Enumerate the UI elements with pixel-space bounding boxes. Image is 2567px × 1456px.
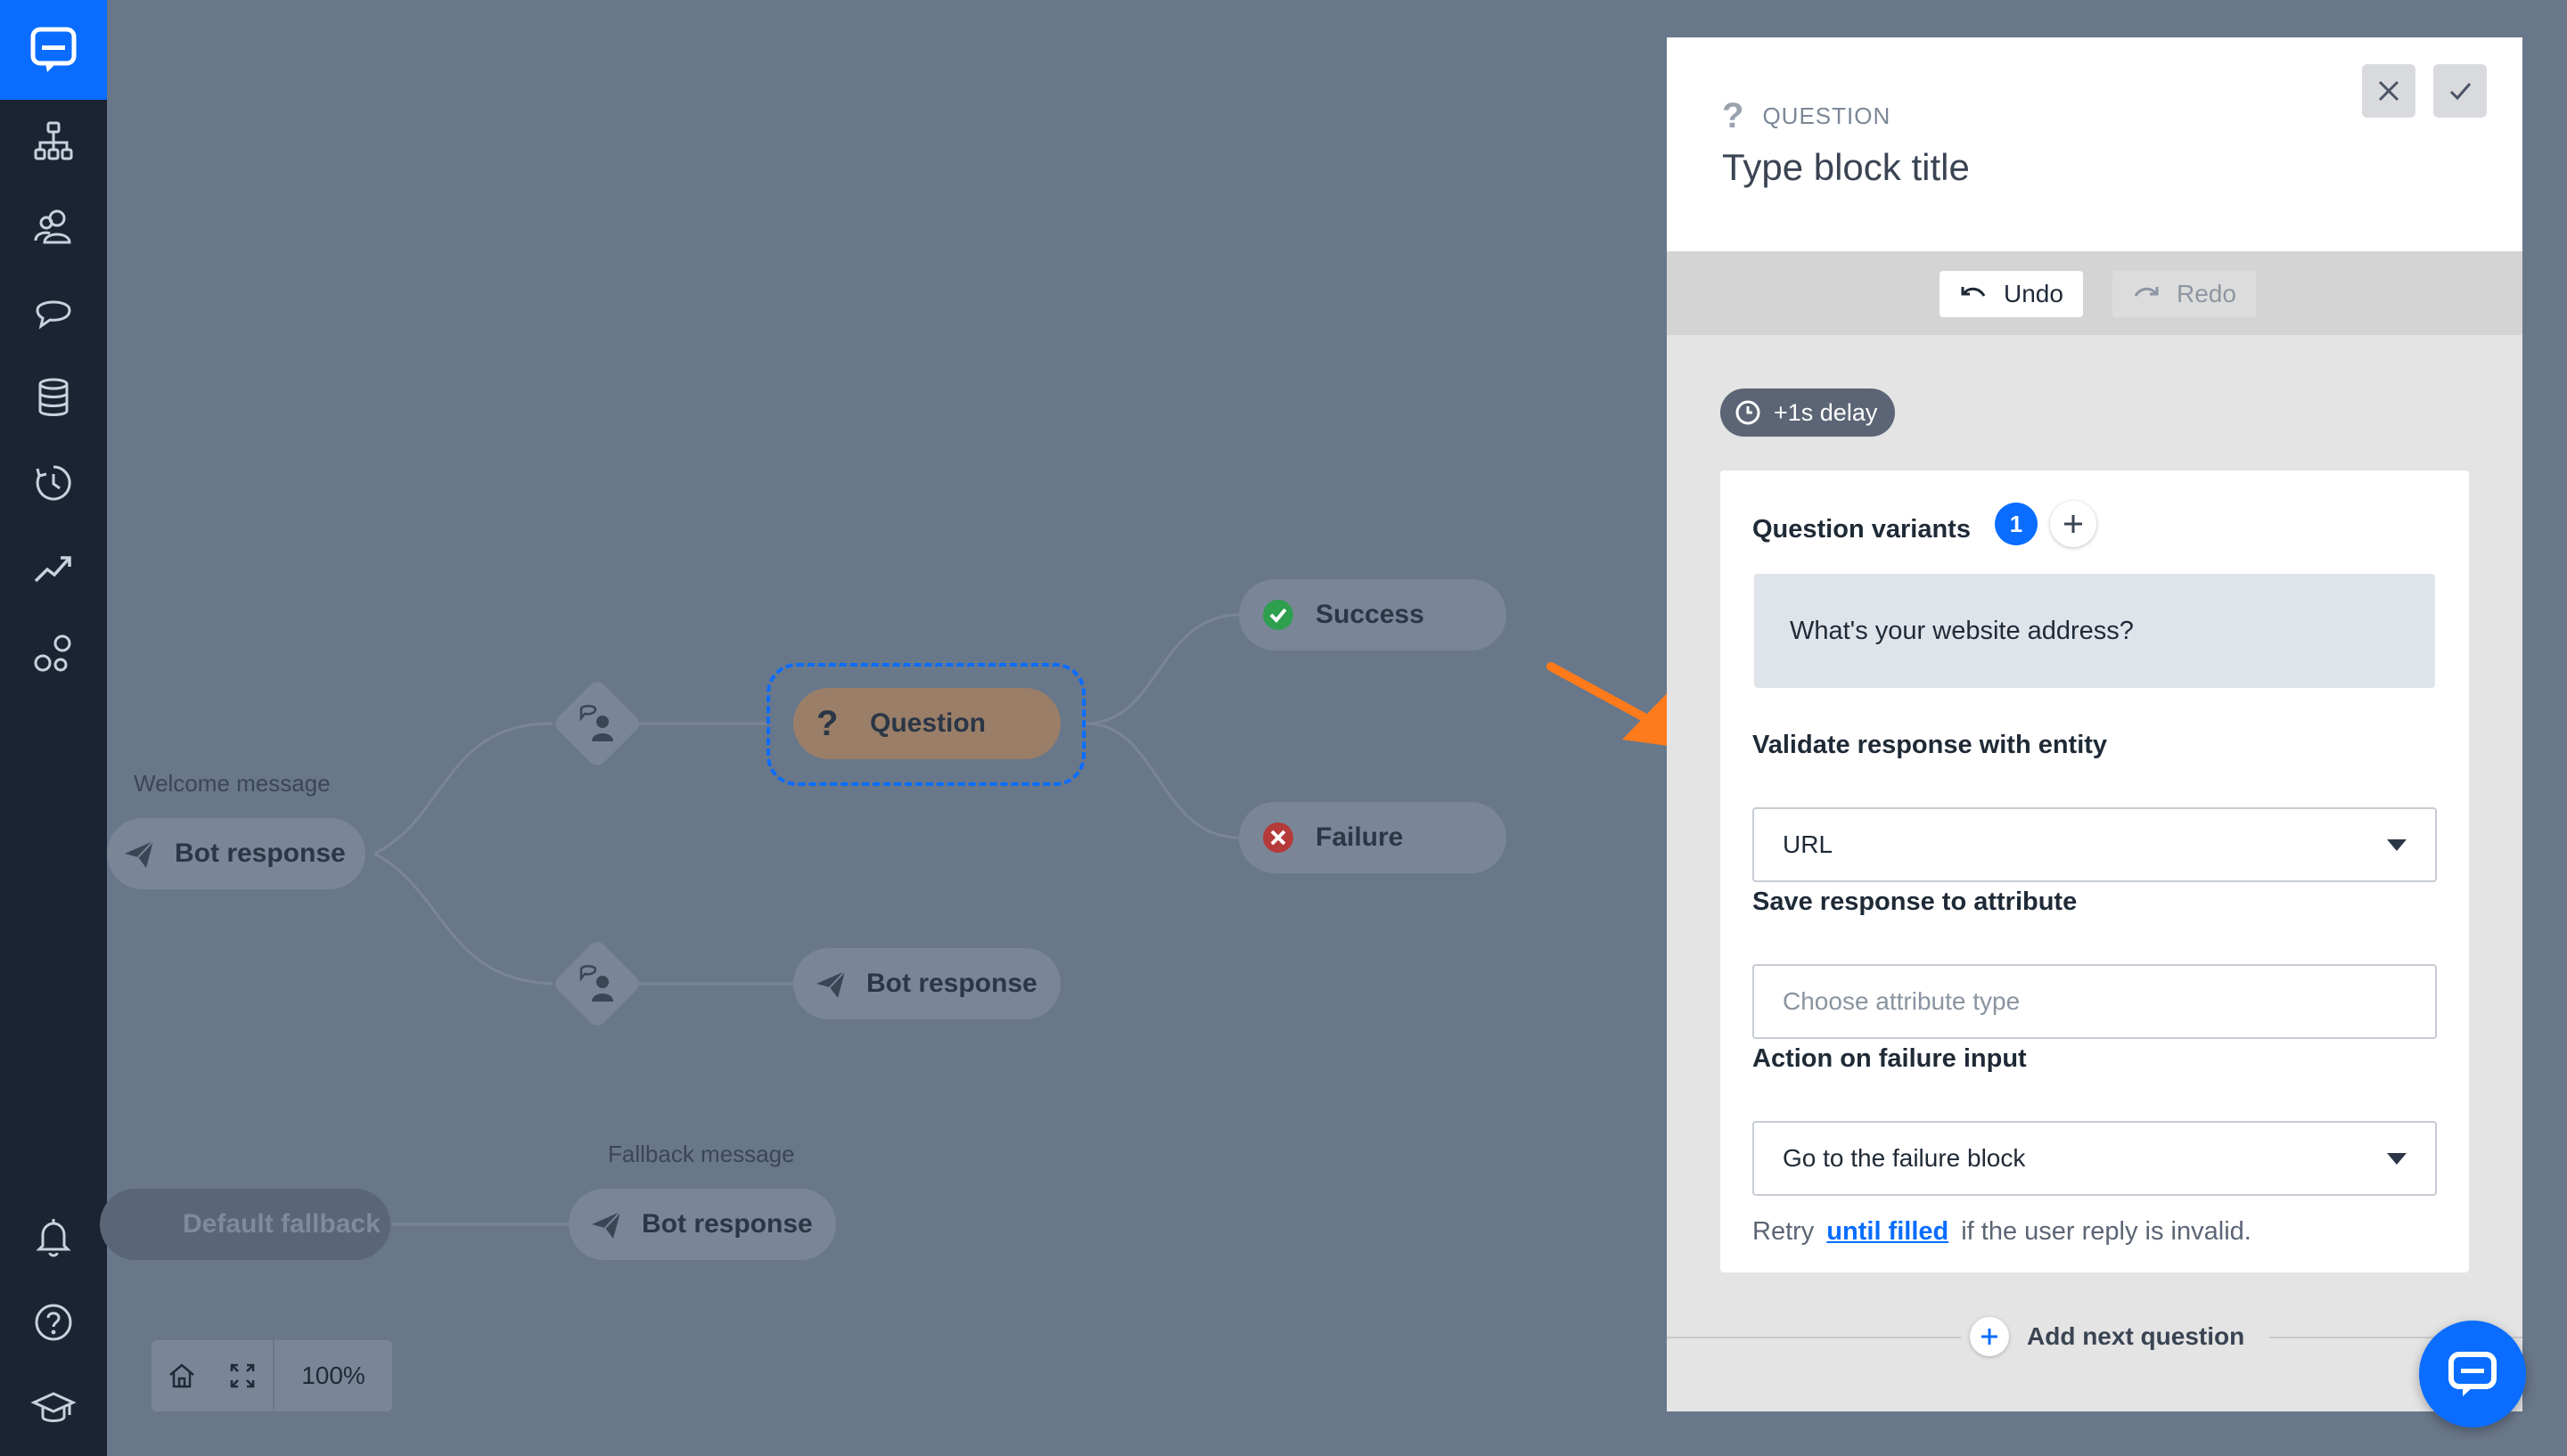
plus-icon [2064,515,2082,533]
history-icon[interactable] [0,440,107,526]
flow-canvas[interactable]: Welcome message Bot response ? Question … [100,0,1667,1456]
fallback-bot-response-node[interactable]: Bot response [569,1189,836,1260]
chat-bubble-icon[interactable] [0,269,107,355]
else-tag: ELSE [121,1215,168,1233]
failure-action-select[interactable]: Go to the failure block [1752,1121,2437,1196]
variants-count-badge: 1 [1995,503,2038,545]
help-icon[interactable] [0,1280,107,1365]
node-label-text: Bot response [642,1209,813,1239]
block-type-label: ? QUESTION [1722,96,1890,136]
question-settings-card: Question variants 1 What's your website … [1720,470,2469,1272]
logo-icon[interactable] [0,0,107,100]
default-fallback-node[interactable]: ELSE Default fallback [100,1189,390,1260]
add-next-question: Add next question [1667,1310,2522,1363]
save-attribute-label: Save response to attribute [1752,888,2078,916]
node-label-text: Default fallback [183,1209,381,1239]
retry-text: Retry until filled if the user reply is in… [1752,1217,2251,1247]
failure-action-label: Action on failure input [1752,1044,2027,1073]
attribute-select[interactable]: Choose attribute type [1752,964,2437,1039]
graduation-cap-icon[interactable] [0,1365,107,1451]
question-variants-label: Question variants [1752,515,1971,544]
welcome-bot-response-node[interactable]: Bot response [107,818,365,889]
home-icon[interactable] [152,1340,212,1411]
block-editor-panel: ? QUESTION Type block title Undo Redo +1… [1667,37,2522,1411]
fit-screen-icon[interactable] [212,1340,273,1411]
check-circle-icon [1259,595,1298,634]
sitemap-icon[interactable] [0,98,107,184]
zoom-controls: 100% [152,1340,392,1411]
database-icon[interactable] [0,355,107,440]
send-icon [813,964,849,1003]
chat-widget-button[interactable] [2419,1321,2526,1427]
question-mark-icon: ? [1722,96,1745,135]
add-next-label: Add next question [2027,1322,2245,1350]
question-node[interactable]: ? Question [793,688,1061,759]
retry-prefix: Retry [1752,1217,1815,1246]
node-label-text: Bot response [866,969,1037,998]
clock-icon [1735,400,1760,425]
user-input-icon [569,955,626,1012]
close-button[interactable] [2362,64,2415,118]
trend-icon[interactable] [0,526,107,611]
send-icon [121,834,157,873]
chevron-down-icon [2387,1153,2407,1165]
entity-select[interactable]: URL [1752,807,2437,882]
validate-entity-label: Validate response with entity [1752,731,2108,759]
confirm-button[interactable] [2433,64,2487,118]
question-variant-input[interactable]: What's your website address? [1754,574,2435,688]
failure-node[interactable]: Failure [1239,802,1506,873]
until-filled-link[interactable]: until filled [1826,1217,1948,1246]
block-type-text: QUESTION [1762,102,1891,129]
sidebar [0,0,107,1456]
chevron-down-icon [2387,839,2407,851]
undo-redo-toolbar: Undo Redo [1667,251,2522,335]
redo-icon [2134,287,2159,297]
integrations-icon[interactable] [0,611,107,697]
close-icon [2378,80,2399,102]
send-icon [588,1205,624,1244]
bell-icon[interactable] [0,1194,107,1280]
user-input-icon [569,695,626,752]
check-icon [2449,83,2472,101]
x-circle-icon [1259,818,1298,857]
attribute-placeholder: Choose attribute type [1783,987,2021,1015]
question-mark-icon: ? [816,703,839,743]
plus-icon [1970,1317,2009,1356]
node-label-text: Bot response [175,838,346,868]
delay-badge[interactable]: +1s delay [1720,389,1896,437]
success-node[interactable]: Success [1239,579,1506,650]
node-label-text: Question [870,708,987,738]
welcome-message-label: Welcome message [134,770,331,797]
delay-text: +1s delay [1774,398,1878,426]
undo-label: Undo [2004,280,2063,307]
failure-action-value: Go to the failure block [1783,1144,2026,1172]
node-label-text: Success [1316,600,1424,629]
undo-button[interactable]: Undo [1940,271,2083,317]
bot-response-node[interactable]: Bot response [793,948,1061,1019]
entity-select-value: URL [1783,830,1833,858]
chat-icon [2448,1352,2497,1396]
fallback-message-label: Fallback message [608,1141,795,1167]
add-next-question-button[interactable]: Add next question [1961,1310,2270,1363]
redo-button[interactable]: Redo [2112,271,2256,317]
zoom-level[interactable]: 100% [275,1362,392,1390]
node-label-text: Failure [1316,822,1404,852]
retry-suffix: if the user reply is invalid. [1961,1217,2251,1246]
redo-label: Redo [2177,280,2236,307]
undo-icon [1961,287,1986,297]
users-icon[interactable] [0,184,107,269]
panel-header: ? QUESTION Type block title [1667,37,2522,251]
block-title-input[interactable]: Type block title [1722,146,1970,189]
add-variant-button[interactable] [2050,501,2096,547]
